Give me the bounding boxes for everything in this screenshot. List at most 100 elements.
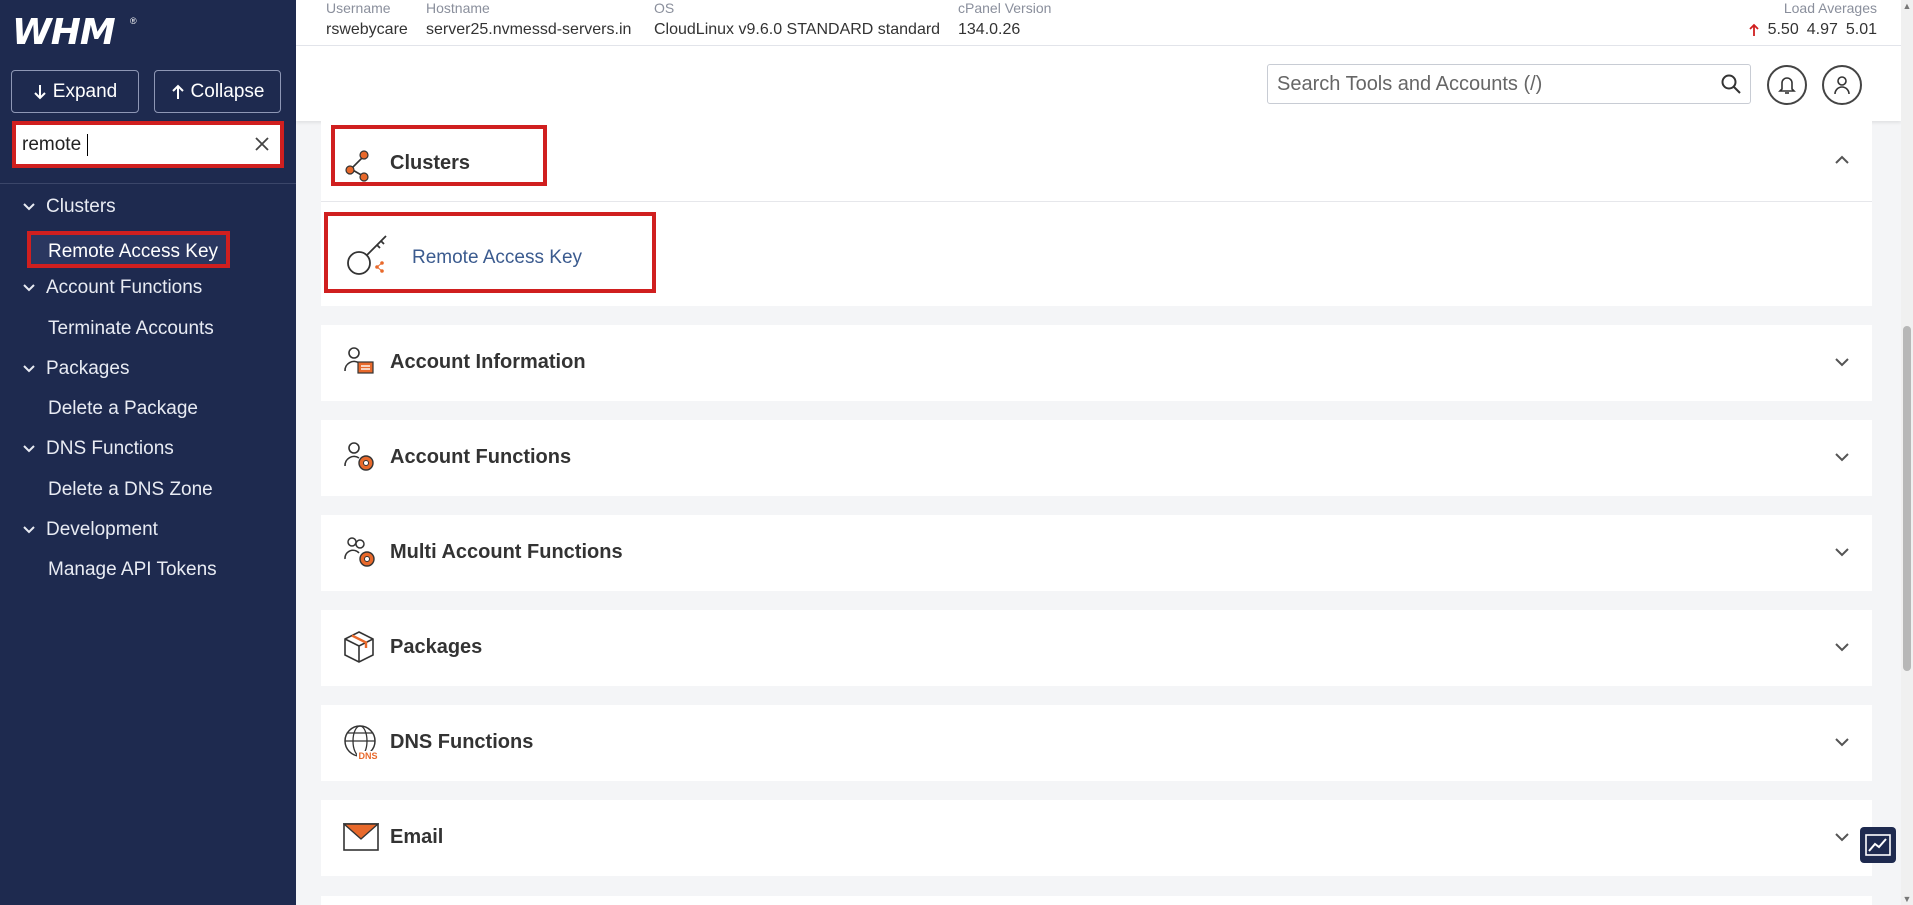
- sidebar-item-terminate-accounts[interactable]: Terminate Accounts: [48, 318, 214, 340]
- load-averages-info: Load Averages 5.50 4.97 5.01: [1748, 0, 1877, 40]
- sidebar-item-label: Remote Access Key: [48, 241, 219, 262]
- sidebar-category-label: Packages: [46, 358, 130, 379]
- account-functions-icon: [344, 442, 374, 471]
- arrow-up-icon: [171, 84, 184, 99]
- chevron-down-icon[interactable]: [1834, 357, 1850, 367]
- notifications-button[interactable]: [1767, 65, 1807, 105]
- cpanel-version-label: cPanel Version: [958, 0, 1052, 16]
- scroll-up-arrow-icon[interactable]: ▲: [1901, 0, 1913, 12]
- tools-search-input[interactable]: [1277, 73, 1707, 96]
- user-icon: [1834, 76, 1850, 95]
- chevron-up-icon[interactable]: [1834, 155, 1850, 165]
- section-account-information[interactable]: Account Information: [321, 325, 1872, 401]
- analytics-button[interactable]: [1860, 827, 1896, 863]
- chevron-down-icon: [23, 284, 35, 292]
- section-packages[interactable]: Packages: [321, 610, 1872, 686]
- load-average-5m: 4.97: [1806, 21, 1838, 38]
- logo-registered-mark: ®: [130, 16, 137, 26]
- sidebar-item-delete-dns-zone[interactable]: Delete a DNS Zone: [48, 479, 213, 501]
- chevron-down-icon: [23, 365, 35, 373]
- username-info: Username rswebycare: [326, 0, 408, 40]
- arrow-down-icon: [34, 84, 46, 99]
- sidebar-item-remote-access-key[interactable]: Remote Access Key: [27, 231, 230, 268]
- logo-text: WHM: [12, 12, 116, 53]
- section-title: Account Functions: [390, 446, 572, 468]
- text-caret: [87, 134, 88, 156]
- cpanel-version-value: 134.0.26: [958, 21, 1021, 38]
- username-value: rswebycare: [326, 21, 408, 38]
- clear-icon[interactable]: [254, 136, 270, 152]
- sidebar-category-account-functions[interactable]: Account Functions: [22, 277, 202, 299]
- sidebar-category-dns-functions[interactable]: DNS Functions: [22, 438, 174, 460]
- section-title: Email: [390, 826, 444, 848]
- multi-account-functions-icon: [344, 537, 375, 567]
- sidebar-item-manage-api-tokens[interactable]: Manage API Tokens: [48, 559, 217, 581]
- account-information-icon: [344, 347, 374, 374]
- section-account-functions[interactable]: Account Functions: [321, 420, 1872, 496]
- svg-text:DNS: DNS: [358, 751, 377, 761]
- chevron-down-icon[interactable]: [1834, 642, 1850, 652]
- sidebar-category-label: Development: [46, 519, 158, 540]
- chevron-down-icon[interactable]: [1834, 832, 1850, 842]
- sidebar-category-clusters[interactable]: Clusters: [22, 196, 116, 218]
- tools-search-field[interactable]: [1267, 64, 1751, 104]
- section-email[interactable]: Email: [321, 800, 1872, 876]
- chevron-down-icon[interactable]: [1834, 452, 1850, 462]
- os-info: OS CloudLinux v9.6.0 STANDARD standard: [654, 0, 940, 40]
- server-info-bar: Username rswebycare Hostname server25.nv…: [296, 0, 1901, 46]
- page-header: [296, 46, 1901, 121]
- section-multi-account-functions[interactable]: Multi Account Functions: [321, 515, 1872, 591]
- section-next-partial: [321, 896, 1872, 905]
- sidebar-search-value: remote: [22, 134, 82, 155]
- hostname-info: Hostname server25.nvmessd-servers.in: [426, 0, 631, 40]
- load-average-15m: 5.01: [1845, 21, 1877, 38]
- section-title: Account Information: [390, 351, 586, 373]
- section-title: Multi Account Functions: [390, 541, 623, 563]
- sidebar: WHM ® Expand Collapse remote Clusters Re…: [0, 0, 296, 905]
- load-averages-values: 5.50 4.97 5.01: [1748, 20, 1877, 40]
- sidebar-category-packages[interactable]: Packages: [22, 358, 129, 380]
- dns-globe-icon: DNS: [344, 725, 379, 761]
- collapse-label: Collapse: [190, 80, 265, 102]
- package-icon: [344, 631, 374, 663]
- clusters-highlight-box: [331, 125, 547, 186]
- chart-trend-icon: [1865, 834, 1891, 856]
- section-title: DNS Functions: [390, 731, 534, 753]
- expand-label: Expand: [52, 80, 118, 102]
- envelope-icon: [343, 823, 379, 851]
- arrow-up-icon: [1748, 23, 1759, 36]
- sidebar-category-label: Clusters: [46, 196, 116, 217]
- section-dns-functions[interactable]: DNS DNS Functions: [321, 705, 1872, 781]
- whm-logo[interactable]: WHM ®: [12, 12, 137, 53]
- collapse-button[interactable]: Collapse: [154, 70, 281, 113]
- scroll-down-arrow-icon[interactable]: ▼: [1901, 893, 1913, 905]
- chevron-down-icon[interactable]: [1834, 547, 1850, 557]
- chevron-down-icon[interactable]: [1834, 737, 1850, 747]
- scrollbar-thumb[interactable]: [1903, 326, 1911, 671]
- sidebar-category-label: DNS Functions: [46, 438, 174, 459]
- sidebar-search-input[interactable]: remote: [12, 121, 284, 168]
- sidebar-item-delete-package[interactable]: Delete a Package: [48, 398, 198, 420]
- expand-button[interactable]: Expand: [11, 70, 139, 113]
- remote-access-key-highlight-box: [324, 212, 656, 293]
- os-label: OS: [654, 0, 675, 16]
- search-icon[interactable]: [1720, 73, 1742, 95]
- sidebar-divider: [0, 183, 296, 184]
- sidebar-category-label: Account Functions: [46, 277, 203, 298]
- hostname-label: Hostname: [426, 0, 490, 16]
- cpanel-version-info: cPanel Version 134.0.26: [958, 0, 1051, 40]
- chevron-down-icon: [23, 445, 35, 453]
- username-label: Username: [326, 0, 391, 16]
- load-averages-label: Load Averages: [1783, 0, 1877, 16]
- section-clusters[interactable]: Clusters: [321, 121, 1872, 202]
- sidebar-item-label: Manage API Tokens: [48, 559, 217, 580]
- page-scrollbar[interactable]: ▲ ▼: [1901, 0, 1913, 905]
- chevron-down-icon: [23, 526, 35, 534]
- sidebar-item-label: Terminate Accounts: [48, 318, 214, 339]
- sidebar-item-label: Delete a DNS Zone: [48, 479, 213, 500]
- load-average-1m: 5.50: [1767, 21, 1799, 38]
- bell-icon: [1778, 77, 1796, 94]
- os-value: CloudLinux v9.6.0 STANDARD standard: [654, 21, 941, 38]
- sidebar-category-development[interactable]: Development: [22, 519, 158, 541]
- user-account-button[interactable]: [1822, 65, 1862, 105]
